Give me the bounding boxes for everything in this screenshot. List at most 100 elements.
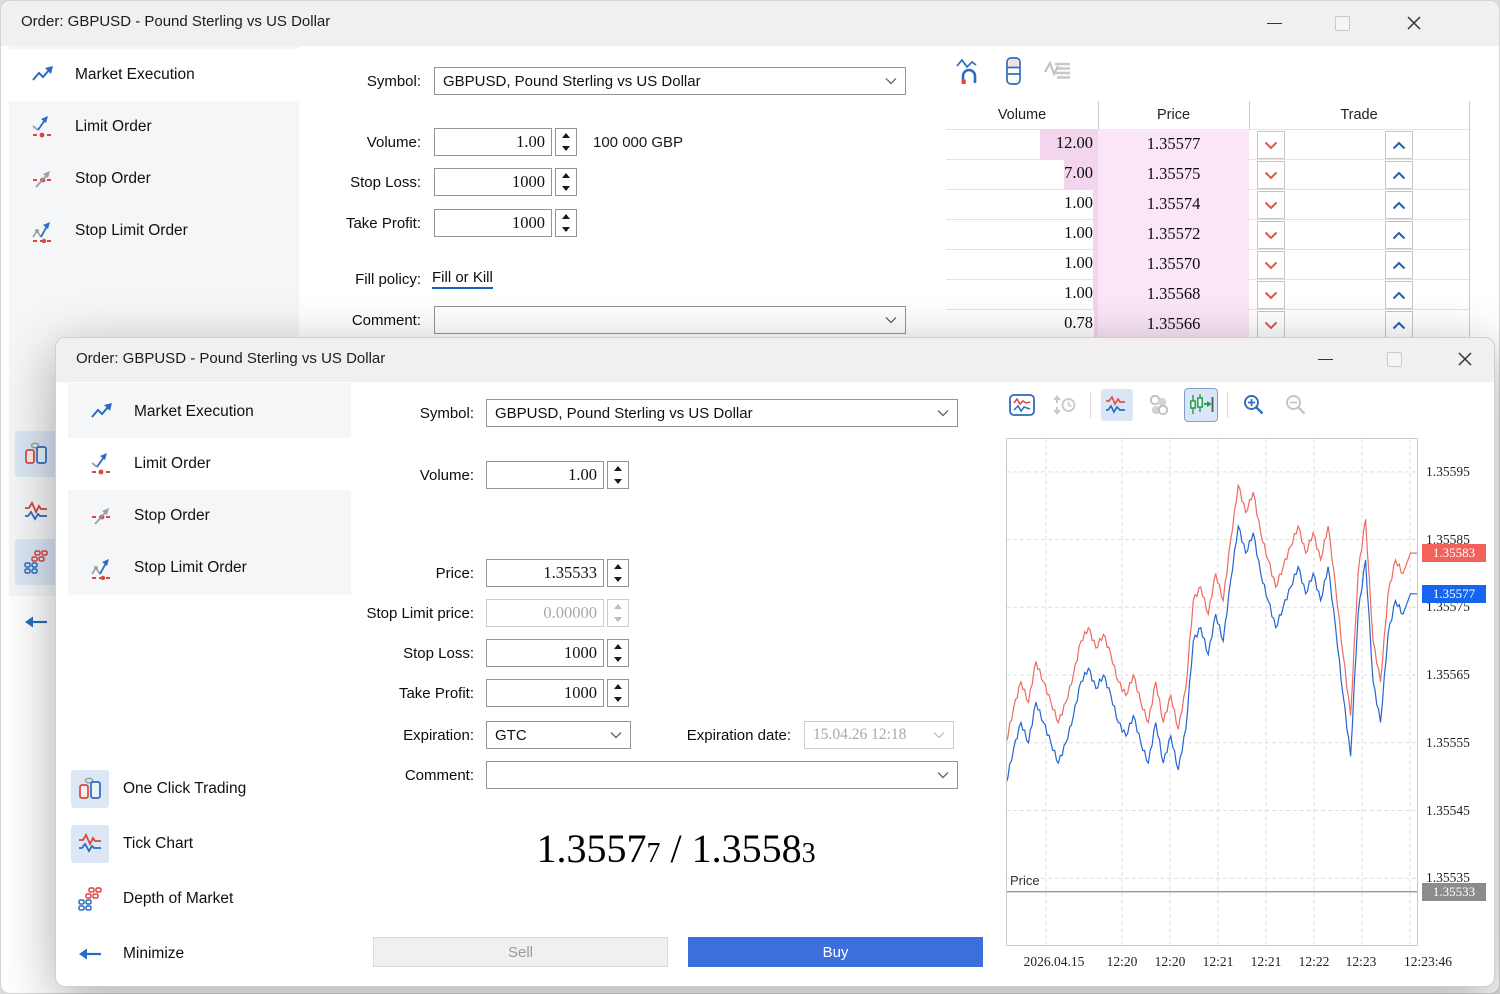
tool-item-depth-of-market[interactable]: Depth of Market xyxy=(71,877,233,921)
volume-input[interactable] xyxy=(487,462,603,488)
stop-loss-field[interactable] xyxy=(486,639,604,667)
price-stepper[interactable] xyxy=(607,559,629,587)
take-profit-field[interactable] xyxy=(486,679,604,707)
dom-header-trade: Trade xyxy=(1249,107,1469,123)
close-button[interactable] xyxy=(1399,8,1429,38)
dom-header-volume: Volume xyxy=(946,107,1098,123)
chart-tool-circles-button[interactable] xyxy=(1143,389,1175,421)
dom-buy-button[interactable] xyxy=(1385,161,1413,189)
sidebar-item-stop-order[interactable]: Stop Order xyxy=(68,490,351,542)
comment-field[interactable] xyxy=(486,761,958,789)
stop-loss-label: Stop Loss: xyxy=(274,645,474,662)
tool-item-label: One Click Trading xyxy=(123,780,246,798)
dom-tool-magnet-button[interactable] xyxy=(953,55,985,87)
take-profit-input[interactable] xyxy=(487,680,603,706)
dom-book-icon xyxy=(998,56,1028,86)
dom-volume-value: 0.78 xyxy=(1064,313,1093,333)
stop-loss-input[interactable] xyxy=(487,640,603,666)
price-field[interactable] xyxy=(486,559,604,587)
comment-field[interactable] xyxy=(434,306,906,334)
tick-chart-icon xyxy=(23,499,49,525)
dom-buy-button[interactable] xyxy=(1385,311,1413,339)
dom-tool-time-sales-button[interactable] xyxy=(1041,55,1073,87)
symbol-label: Symbol: xyxy=(274,405,474,422)
maximize-button[interactable] xyxy=(1379,344,1409,374)
stop-limit-order-icon xyxy=(91,556,115,580)
tool-item-minimize[interactable]: Minimize xyxy=(71,932,184,976)
dom-sell-button[interactable] xyxy=(1257,161,1285,189)
toolbar-separator xyxy=(1227,392,1228,418)
tick-chart-plot[interactable] xyxy=(1006,438,1418,946)
dom-sell-button[interactable] xyxy=(1257,221,1285,249)
tick-chart[interactable]: 1.355351.355451.355551.355651.355751.355… xyxy=(1006,438,1496,983)
limit-order-icon xyxy=(91,452,115,476)
chevron-down-icon xyxy=(937,766,949,784)
dom-buy-button[interactable] xyxy=(1385,281,1413,309)
chart-tool-auto-arrange-button[interactable] xyxy=(1048,389,1080,421)
stop-loss-field[interactable] xyxy=(434,168,552,196)
dom-row: 7.001.35575 xyxy=(946,159,1469,189)
close-button[interactable] xyxy=(1450,344,1480,374)
maximize-button[interactable] xyxy=(1327,8,1357,38)
buy-button[interactable]: Buy xyxy=(688,937,983,967)
stop-loss-input[interactable] xyxy=(435,169,551,195)
expiration-select[interactable]: GTC xyxy=(486,721,631,749)
dom-tool-dom-book-button[interactable] xyxy=(997,55,1029,87)
take-profit-stepper[interactable] xyxy=(607,679,629,707)
take-profit-stepper[interactable] xyxy=(555,209,577,237)
symbol-select[interactable]: GBPUSD, Pound Sterling vs US Dollar xyxy=(434,67,906,95)
dom-sell-button[interactable] xyxy=(1257,191,1285,219)
expiration-date-label: Expiration date: xyxy=(641,727,791,744)
minimize-button[interactable] xyxy=(1310,344,1340,374)
dom-buy-button[interactable] xyxy=(1385,251,1413,279)
dom-volume-value: 1.00 xyxy=(1064,223,1093,243)
stop-limit-price-field xyxy=(486,599,604,627)
take-profit-label: Take Profit: xyxy=(221,215,421,232)
dom-sell-button[interactable] xyxy=(1257,131,1285,159)
tool-item-depth-of-market[interactable] xyxy=(15,539,57,585)
volume-field[interactable] xyxy=(486,461,604,489)
tool-item-one-click-trading[interactable] xyxy=(15,431,57,477)
tool-item-tick-chart[interactable] xyxy=(15,489,57,535)
dom-buy-button[interactable] xyxy=(1385,191,1413,219)
chart-tool-candles-shift-button[interactable] xyxy=(1185,389,1217,421)
stop-loss-stepper[interactable] xyxy=(555,168,577,196)
minimize-button[interactable] xyxy=(1259,8,1289,38)
tool-item-minimize[interactable] xyxy=(15,599,57,645)
volume-stepper[interactable] xyxy=(555,128,577,156)
fill-policy-link[interactable]: Fill or Kill xyxy=(432,269,493,289)
tool-item-one-click-trading[interactable]: One Click Trading xyxy=(71,767,246,811)
dom-volume-value: 12.00 xyxy=(1056,133,1093,153)
comment-label: Comment: xyxy=(221,312,421,329)
dom-buy-button[interactable] xyxy=(1385,131,1413,159)
time-axis-label: 12:21 xyxy=(1251,954,1282,970)
volume-input[interactable] xyxy=(435,129,551,155)
sell-button[interactable]: Sell xyxy=(373,937,668,967)
chart-tool-tick-chart-window-button[interactable] xyxy=(1006,389,1038,421)
dom-price-value: 1.35575 xyxy=(1098,159,1249,189)
dom-buy-button[interactable] xyxy=(1385,221,1413,249)
stop-loss-stepper[interactable] xyxy=(607,639,629,667)
dom-sell-button[interactable] xyxy=(1257,251,1285,279)
magnet-icon xyxy=(954,56,984,86)
chart-tool-tick-lines-button[interactable] xyxy=(1101,389,1133,421)
take-profit-field[interactable] xyxy=(434,209,552,237)
chart-tool-zoom-in-button[interactable] xyxy=(1238,389,1270,421)
chevron-down-icon xyxy=(1264,321,1278,330)
tool-item-label: Depth of Market xyxy=(123,890,233,908)
tool-item-tick-chart[interactable]: Tick Chart xyxy=(71,822,193,866)
symbol-select[interactable]: GBPUSD, Pound Sterling vs US Dollar xyxy=(486,399,958,427)
price-input[interactable] xyxy=(487,560,603,586)
chevron-up-icon xyxy=(1392,261,1406,270)
minimize-icon xyxy=(1267,23,1282,24)
volume-stepper[interactable] xyxy=(607,461,629,489)
dom-sell-button[interactable] xyxy=(1257,281,1285,309)
fill-policy-label: Fill policy: xyxy=(221,271,421,288)
sidebar-item-label: Stop Order xyxy=(134,507,210,525)
chart-tool-zoom-out-button[interactable] xyxy=(1280,389,1312,421)
take-profit-input[interactable] xyxy=(435,210,551,236)
volume-label: Volume: xyxy=(274,467,474,484)
chevron-down-icon xyxy=(1264,291,1278,300)
dom-sell-button[interactable] xyxy=(1257,311,1285,339)
volume-field[interactable] xyxy=(434,128,552,156)
